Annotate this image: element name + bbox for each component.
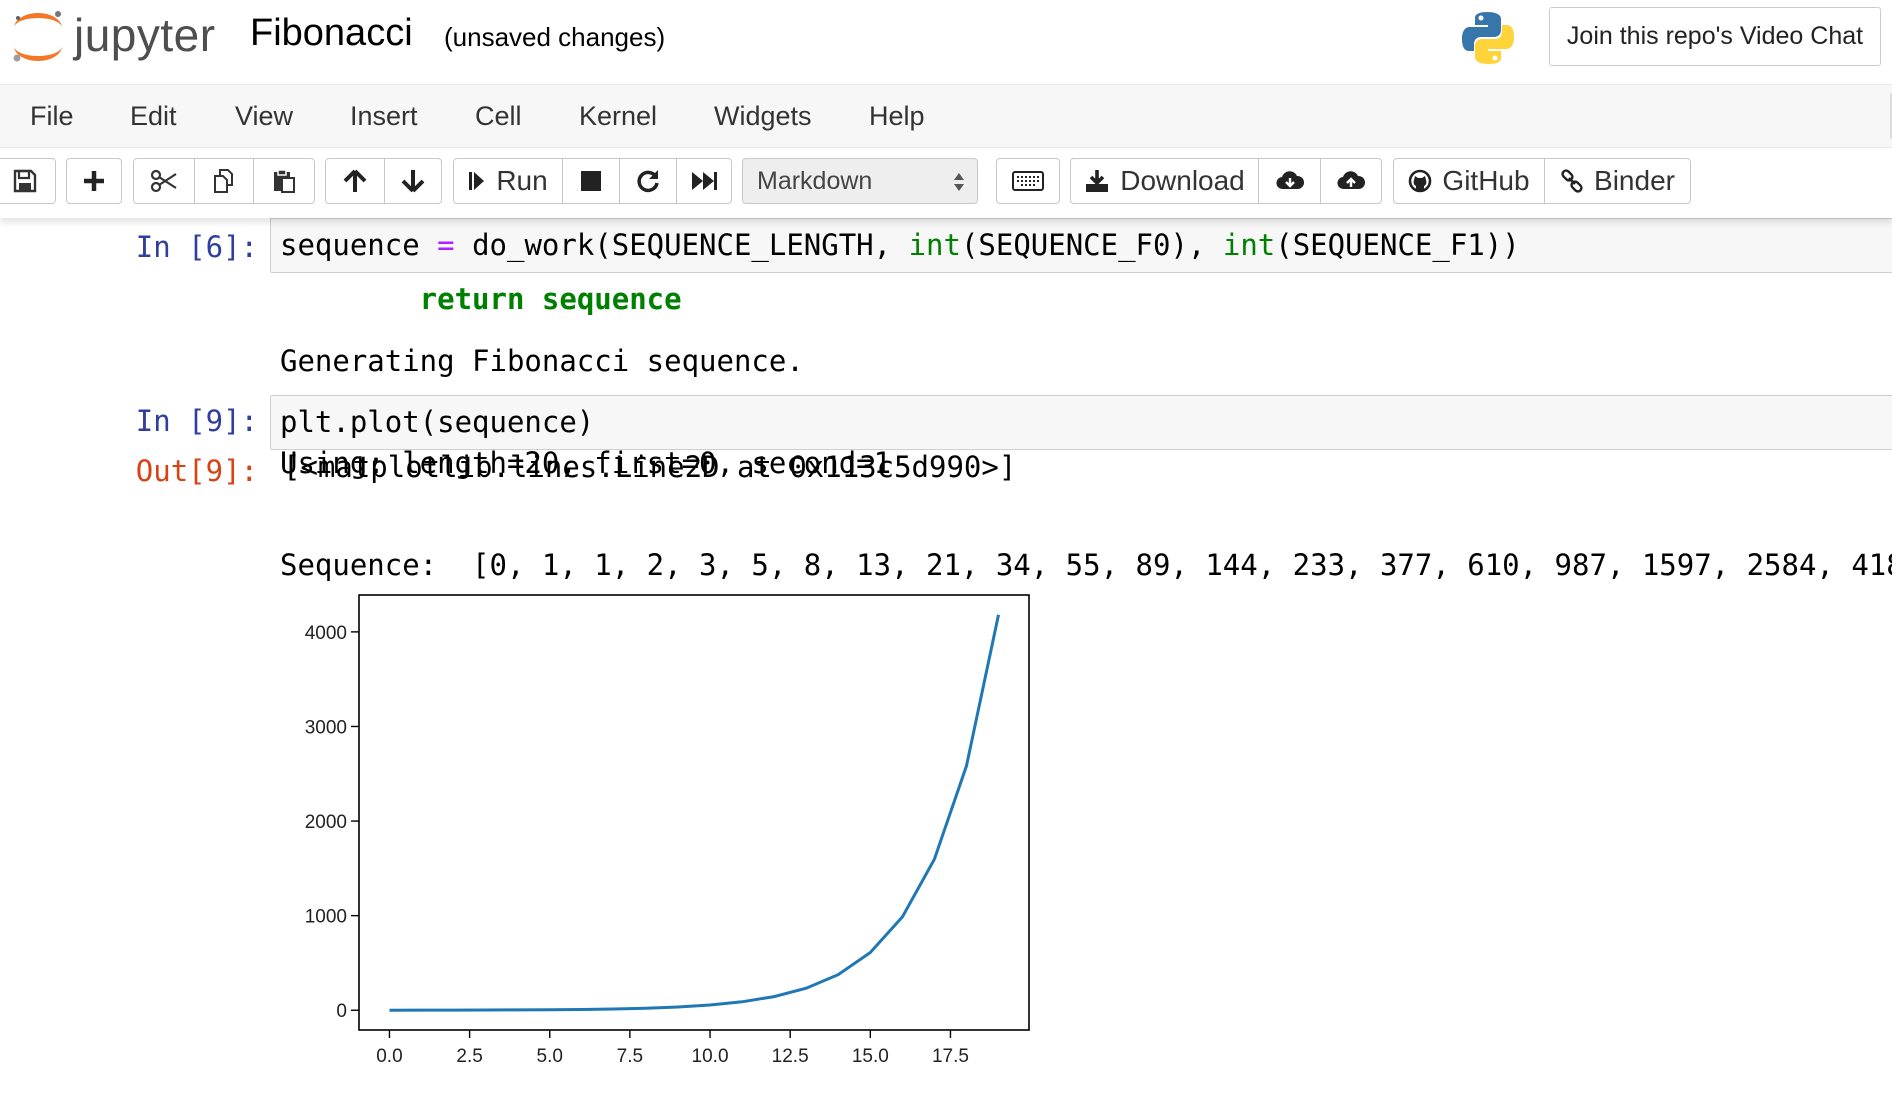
move-up-button[interactable] [325,158,385,204]
download-icon [1086,170,1109,192]
cloud-upload-button[interactable] [1320,158,1382,204]
cell9-in-prompt: In [9]: [135,404,258,438]
keyboard-icon [1012,171,1044,191]
menu-kernel[interactable]: Kernel [579,85,657,147]
x-tick-label: 2.5 [456,1046,482,1067]
select-arrows-icon [954,173,964,191]
run-button[interactable]: Run [453,158,563,204]
y-tick-label: 0 [336,1001,347,1022]
insert-cell-button[interactable] [66,158,122,204]
code-token: (SEQUENCE_F0), [960,228,1223,262]
scissors-icon [150,169,177,193]
arrow-down-icon [401,170,425,193]
move-down-button[interactable] [384,158,442,204]
cloud-download-button[interactable] [1258,158,1321,204]
stdout-line: Generating Fibonacci sequence. [280,344,804,378]
cell-type-select[interactable]: Markdown [742,158,978,204]
python-logo-icon [1462,12,1514,64]
save-icon [13,169,37,193]
code-token: sequence [280,228,438,262]
plus-icon [84,171,104,191]
code-token: do_work(SEQUENCE_LENGTH, [454,228,909,262]
notebook-container: return sequence In [6]: sequence = do_wo… [0,218,1892,1114]
cloud-upload-icon [1337,171,1366,190]
save-button[interactable] [0,158,56,204]
x-tick-label: 0.0 [376,1046,402,1067]
jupyter-logo[interactable]: jupyter [8,6,223,66]
brand-text: jupyter [74,9,216,61]
cloud-download-icon [1275,171,1304,190]
cell-type-value: Markdown [757,167,873,195]
paste-icon [274,169,295,193]
x-axis: 0.0 2.5 5.0 7.5 10.0 12.5 15.0 17.5 [376,1030,969,1067]
arrow-up-icon [343,169,367,192]
plot-frame [358,594,1030,1031]
line-chart: 0 1000 2000 3000 4000 0.0 2.5 5.0 7.5 10.0 12.5 15… [305,594,1030,1067]
x-tick-label: 12.5 [772,1046,809,1067]
restart-kernel-button[interactable] [619,158,677,204]
video-chat-button[interactable]: Join this repo's Video Chat [1549,7,1881,66]
download-button[interactable]: Download [1070,158,1259,204]
y-tick-label: 2000 [305,812,347,833]
cell9-input[interactable]: plt.plot(sequence) [270,395,1892,450]
menu-file[interactable]: File [30,85,74,147]
cell9-out-prompt: Out[9]: [135,454,258,488]
github-icon [1409,169,1432,193]
binder-button[interactable]: Binder [1544,158,1691,204]
copy-button[interactable] [194,158,254,204]
menu-view[interactable]: View [235,85,293,147]
y-tick-label: 3000 [305,717,347,738]
x-tick-label: 7.5 [617,1046,643,1067]
menu-edit[interactable]: Edit [130,85,177,147]
refresh-icon [637,170,659,193]
fast-forward-icon [692,172,717,190]
jupyter-logo-icon [13,11,62,62]
cell9-output-repr: [<matplotlib.lines.Line2D at 0x113c5d990… [283,450,1017,484]
stop-icon [581,171,601,191]
x-tick-label: 17.5 [932,1046,969,1067]
menubar: File Edit View Insert Cell Kernel Widget… [0,85,1892,148]
menu-widgets[interactable]: Widgets [714,85,812,147]
stdout-line: Sequence: [0, 1, 1, 2, 3, 5, 8, 13, 21, … [280,548,1892,582]
command-palette-button[interactable] [996,158,1060,204]
interrupt-kernel-button[interactable] [562,158,620,204]
y-tick-label: 4000 [305,623,347,644]
code-token-builtin: int [1222,228,1276,262]
code-token-builtin: int [908,228,961,262]
x-tick-label: 15.0 [852,1046,889,1067]
save-status: (unsaved changes) [444,22,666,52]
cell6-in-prompt: In [6]: [135,230,258,264]
toolbar: Run Markdown Download GitHub Binder [0,148,1892,218]
github-button[interactable]: GitHub [1393,158,1545,204]
code-token-operator: = [437,228,455,262]
menu-cell[interactable]: Cell [475,85,522,147]
github-label: GitHub [1442,165,1530,196]
menu-insert[interactable]: Insert [350,85,418,147]
binder-label: Binder [1594,165,1675,196]
x-tick-label: 5.0 [537,1046,563,1067]
restart-run-all-button[interactable] [676,158,732,204]
notebook-title[interactable]: Fibonacci [250,12,413,55]
y-tick-label: 1000 [305,907,347,928]
download-label: Download [1120,165,1245,196]
code-token: (SEQUENCE_F1)) [1275,228,1520,262]
link-icon [1561,169,1583,193]
y-axis: 0 1000 2000 3000 4000 [305,623,359,1022]
cell6-input[interactable]: sequence = do_work(SEQUENCE_LENGTH, int(… [270,218,1892,273]
x-tick-label: 10.0 [692,1046,729,1067]
cut-button[interactable] [133,158,195,204]
notebook-header: jupyter Fibonacci (unsaved changes) Join… [0,0,1892,85]
copy-icon [214,169,233,193]
paste-button[interactable] [253,158,315,204]
menu-help[interactable]: Help [869,85,925,147]
step-forward-icon [469,172,485,190]
run-label: Run [496,165,548,196]
